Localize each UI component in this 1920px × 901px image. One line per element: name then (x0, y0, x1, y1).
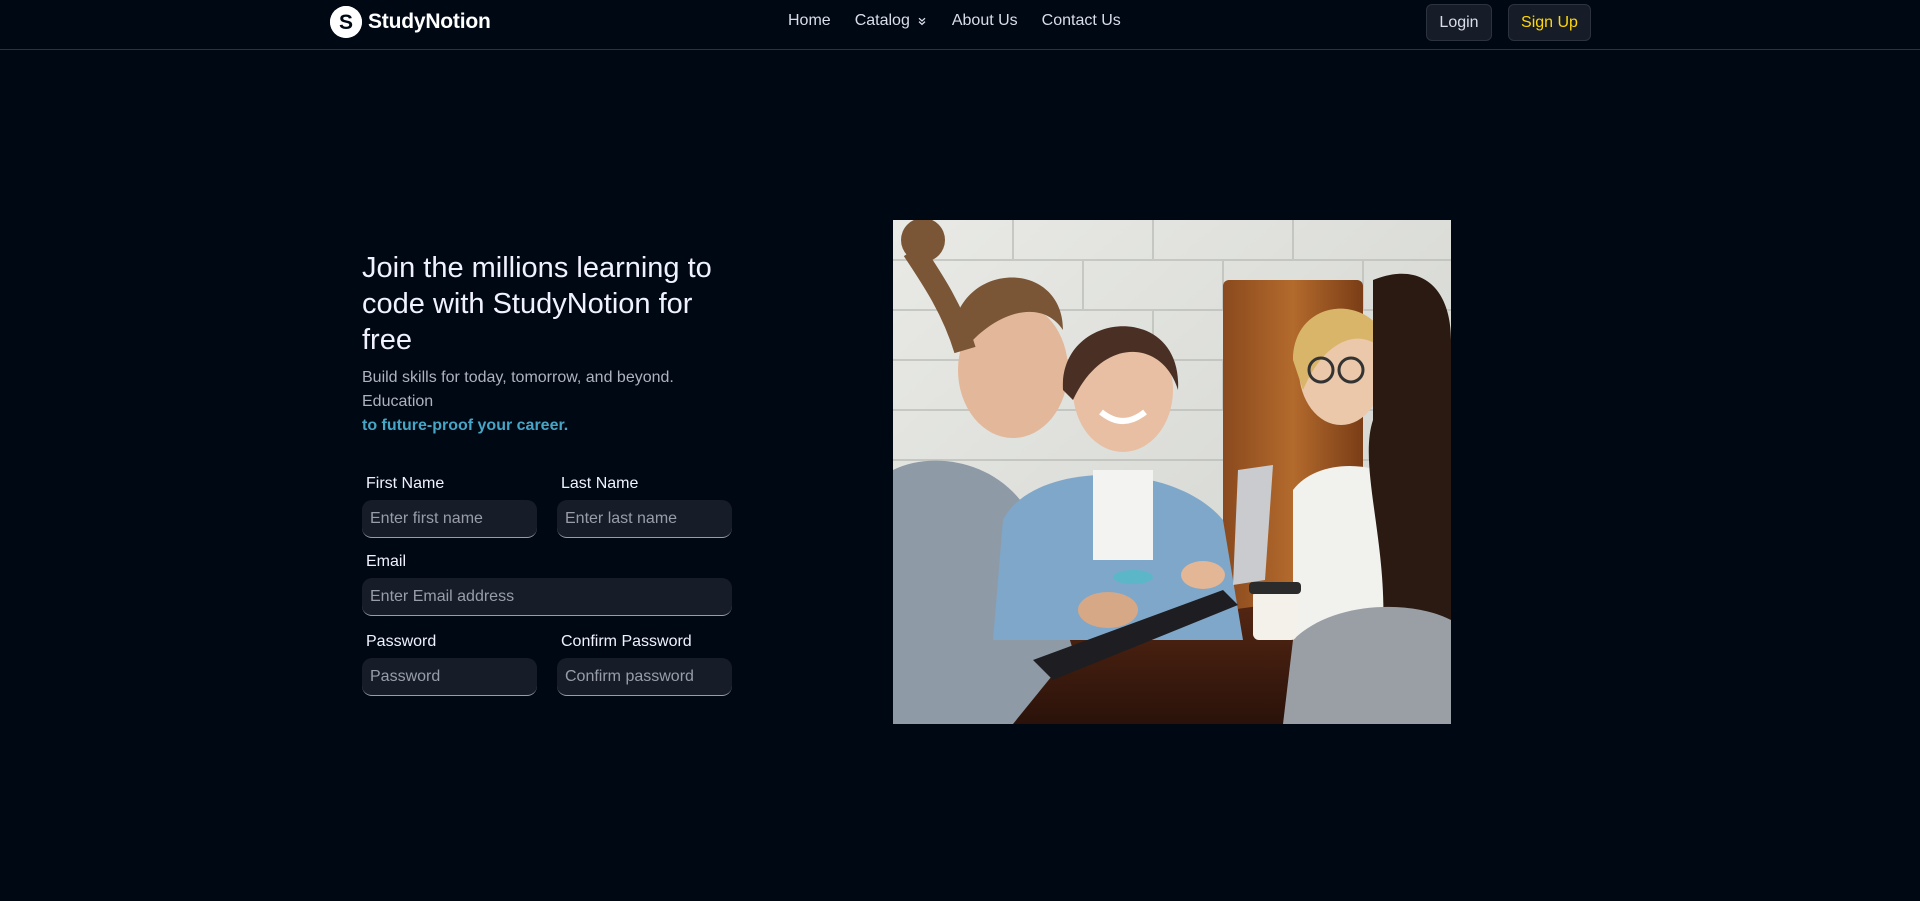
first-name-label: First Name (366, 475, 445, 492)
nav-catalog-dropdown[interactable]: Catalog (855, 12, 928, 30)
nav-catalog-label: Catalog (854, 12, 910, 29)
password-row: Password Confirm Password (362, 632, 736, 696)
page-subtitle: Build skills for today, tomorrow, and be… (362, 366, 736, 438)
login-button[interactable]: Login (1426, 4, 1492, 41)
students-photo (893, 220, 1451, 724)
password-group: Password (362, 632, 537, 696)
signup-form: First Name Last Name Email Password Conf… (362, 474, 736, 696)
logo-icon: S (330, 5, 362, 38)
nav-about-label: About Us (951, 12, 1018, 29)
password-input[interactable] (362, 658, 537, 696)
name-row: First Name Last Name (362, 474, 736, 538)
subtitle-text: Build skills for today, tomorrow, and be… (362, 369, 674, 410)
nav-home-label: Home (788, 12, 831, 29)
confirm-password-input[interactable] (557, 658, 732, 696)
last-name-input[interactable] (557, 500, 732, 538)
signup-section: Join the millions learning to code with … (362, 250, 736, 696)
password-label: Password (366, 633, 437, 650)
brand-name: StudyNotion (368, 9, 491, 33)
svg-text:S: S (339, 11, 353, 34)
first-name-input[interactable] (362, 500, 537, 538)
signup-button[interactable]: Sign Up (1508, 4, 1591, 41)
nav-contact-label: Contact Us (1041, 12, 1121, 29)
nav-home-link[interactable]: Home (788, 12, 831, 30)
first-name-group: First Name (362, 474, 537, 538)
last-name-label: Last Name (561, 475, 639, 492)
email-group: Email (362, 552, 732, 616)
nav-contact-link[interactable]: Contact Us (1042, 12, 1121, 30)
email-row: Email (362, 552, 736, 616)
confirm-password-label: Confirm Password (561, 633, 692, 650)
email-input[interactable] (362, 578, 732, 616)
group-of-students-photo-icon (893, 220, 1451, 724)
main-nav: Home Catalog About Us Contact Us (788, 12, 1121, 30)
nav-about-link[interactable]: About Us (952, 12, 1018, 30)
brand-logo[interactable]: S StudyNotion (330, 5, 491, 38)
confirm-password-group: Confirm Password (557, 632, 732, 696)
top-navbar: S StudyNotion Home Catalog About Us Cont… (0, 0, 1920, 50)
page-title: Join the millions learning to code with … (362, 252, 712, 356)
subtitle-accent: to future-proof your career. (362, 417, 569, 434)
email-label: Email (366, 553, 407, 570)
chevron-down-icon (918, 17, 926, 26)
auth-actions: Login Sign Up (1426, 4, 1591, 41)
last-name-group: Last Name (557, 474, 732, 538)
